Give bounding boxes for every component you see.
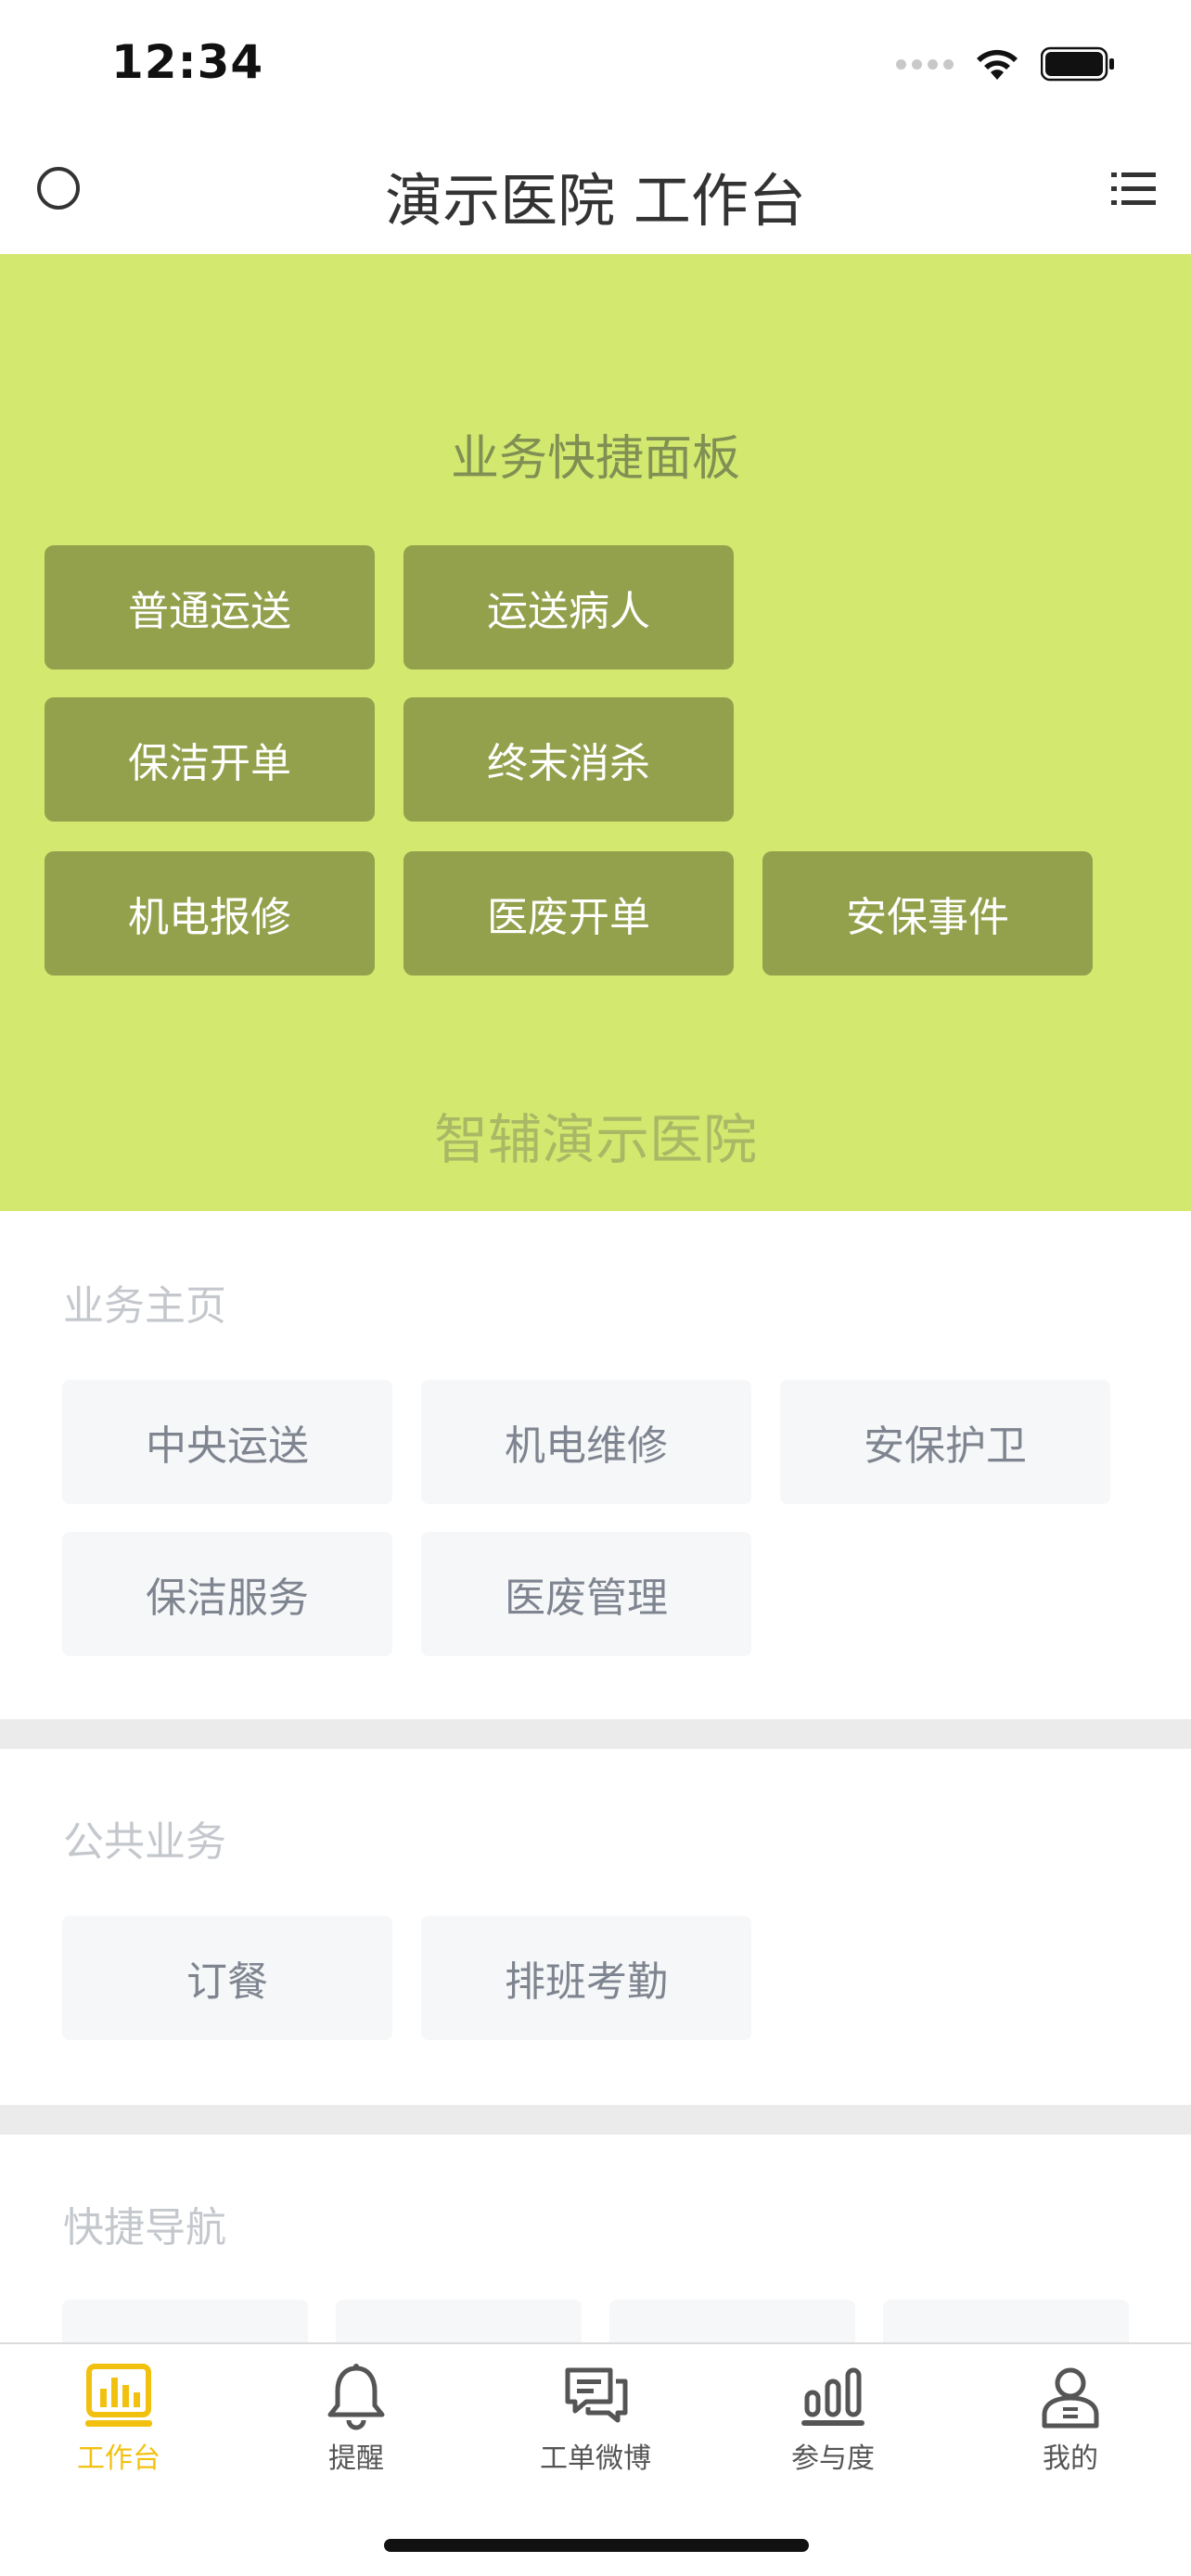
business-home-title: 业务主页 xyxy=(63,1282,226,1330)
wifi-icon xyxy=(977,49,1018,80)
tab-reminder[interactable]: 提醒 xyxy=(273,2361,440,2476)
chat-icon xyxy=(565,2367,628,2423)
tab-label: 工单微博 xyxy=(540,2442,651,2475)
hospital-name-footer: 智辅演示医院 xyxy=(433,1108,757,1171)
nav-bar: 演示医院 工作台 xyxy=(0,130,1191,254)
section-divider xyxy=(0,1719,1191,1749)
home-indicator[interactable] xyxy=(384,2539,809,2552)
section-divider xyxy=(0,2105,1191,2135)
list-menu-icon[interactable] xyxy=(1111,169,1156,210)
cellular-signal-icon xyxy=(896,58,954,70)
tab-work-order-weibo[interactable]: 工单微博 xyxy=(512,2361,679,2476)
public-button-shift-attendance[interactable]: 排班考勤 xyxy=(421,1916,751,2040)
tab-label: 我的 xyxy=(1043,2442,1098,2475)
business-button-medical-waste-management[interactable]: 医废管理 xyxy=(421,1532,751,1656)
tab-engagement[interactable]: 参与度 xyxy=(749,2361,916,2476)
quick-panel-title: 业务快捷面板 xyxy=(450,431,740,487)
page-title: 演示医院 工作台 xyxy=(385,167,806,235)
quick-nav-title: 快捷导航 xyxy=(63,2204,226,2251)
business-button-cleaning-service[interactable]: 保洁服务 xyxy=(62,1532,392,1656)
tab-label: 提醒 xyxy=(328,2442,384,2475)
quick-button-normal-transport[interactable]: 普通运送 xyxy=(45,545,375,670)
user-icon xyxy=(1042,2367,1099,2429)
quick-button-electromechanical-repair[interactable]: 机电报修 xyxy=(45,851,375,976)
public-business-section: 公共业务 订餐 排班考勤 xyxy=(0,1749,1191,2105)
quick-button-medical-waste-order[interactable]: 医废开单 xyxy=(403,851,734,976)
public-business-title: 公共业务 xyxy=(63,1818,226,1866)
business-button-security-guard[interactable]: 安保护卫 xyxy=(780,1380,1110,1504)
business-button-electromechanical-maintenance[interactable]: 机电维修 xyxy=(421,1380,751,1504)
quick-button-patient-transport[interactable]: 运送病人 xyxy=(403,545,734,670)
status-icons xyxy=(896,46,1115,82)
bar-chart-icon xyxy=(801,2367,864,2426)
quick-panel: 业务快捷面板 普通运送 运送病人 保洁开单 终末消杀 机电报修 医废开单 安保事… xyxy=(0,254,1191,1211)
quick-button-terminal-disinfection[interactable]: 终末消杀 xyxy=(403,697,734,822)
business-button-central-transport[interactable]: 中央运送 xyxy=(62,1380,392,1504)
status-bar: 12:34 xyxy=(0,0,1191,130)
status-time: 12:34 xyxy=(111,35,264,89)
battery-icon xyxy=(1041,46,1114,82)
tab-label: 参与度 xyxy=(791,2442,875,2475)
tab-workbench[interactable]: 工作台 xyxy=(35,2361,202,2476)
quick-button-cleaning-order[interactable]: 保洁开单 xyxy=(45,697,375,822)
tab-label: 工作台 xyxy=(77,2442,160,2475)
bell-icon xyxy=(327,2364,385,2430)
tab-mine[interactable]: 我的 xyxy=(987,2361,1154,2476)
business-home-section: 业务主页 中央运送 机电维修 安保护卫 保洁服务 医废管理 xyxy=(0,1211,1191,1719)
dashboard-icon xyxy=(85,2364,152,2427)
public-button-meal-order[interactable]: 订餐 xyxy=(62,1916,392,2040)
quick-button-security-event[interactable]: 安保事件 xyxy=(762,851,1093,976)
quick-nav-section: 快捷导航 xyxy=(0,2135,1191,2355)
